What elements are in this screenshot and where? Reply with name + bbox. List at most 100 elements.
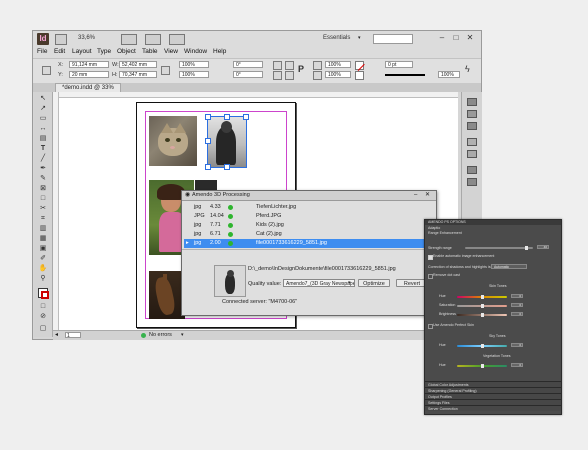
skin-brightness-knob[interactable] — [481, 313, 484, 317]
sky-hue-value[interactable]: 0 — [511, 343, 523, 347]
scale-y-content-field[interactable]: 100% — [325, 71, 351, 78]
file-row-selected[interactable]: ▸ jpg 2.00 file0001733616229_5851.jpg — [184, 239, 432, 248]
note-tool-icon[interactable]: ▣ — [38, 244, 48, 253]
rectangle-frame-tool-icon[interactable]: ⊠ — [38, 184, 48, 193]
page-tool-icon[interactable]: ▭ — [38, 114, 48, 123]
quick-apply-icon[interactable]: ϟ — [465, 64, 470, 74]
close-button[interactable]: ✕ — [465, 33, 475, 43]
preflight-status[interactable]: No errors — [149, 332, 172, 338]
free-transform-tool-icon[interactable]: ⌗ — [38, 214, 48, 223]
menu-type[interactable]: Type — [97, 48, 111, 55]
selection-handle[interactable] — [224, 164, 230, 170]
menu-view[interactable]: View — [164, 48, 178, 55]
flip-h-icon[interactable] — [273, 71, 282, 80]
optimize-button[interactable]: Optimize — [358, 279, 390, 287]
file-row[interactable]: jpg 7.71 Kids (2).jpg — [184, 221, 432, 230]
sky-hue-knob[interactable] — [481, 344, 484, 348]
screen-mode-icon[interactable] — [145, 34, 161, 45]
content-collector-icon[interactable]: ▤ — [38, 134, 48, 143]
pencil-tool-icon[interactable]: ✎ — [38, 174, 48, 183]
strength-slider[interactable] — [465, 247, 533, 249]
cat-photo[interactable] — [149, 116, 197, 166]
opacity-field[interactable]: 100% — [438, 71, 460, 78]
pages-panel-icon[interactable] — [467, 98, 477, 106]
menu-layout[interactable]: Layout — [72, 48, 92, 55]
path-type-icon[interactable]: P — [298, 64, 304, 74]
skin-hue-value[interactable]: 0 — [511, 294, 523, 298]
selection-handle[interactable] — [205, 138, 211, 144]
rotate-ccw-icon[interactable] — [285, 61, 294, 70]
text-wrap-panel-icon[interactable] — [467, 166, 477, 174]
scissors-tool-icon[interactable]: ✂ — [38, 204, 48, 213]
selection-handle[interactable] — [205, 164, 211, 170]
menu-window[interactable]: Window — [184, 48, 207, 55]
quality-select[interactable]: Amendo7_(3D Gray Newspaper Print) — [283, 279, 355, 287]
menu-object[interactable]: Object — [117, 48, 136, 55]
effects-panel-icon[interactable] — [467, 178, 477, 186]
rectangle-tool-icon[interactable]: □ — [38, 194, 48, 203]
w-field[interactable]: 52,402 mm — [119, 61, 157, 68]
view-options-icon[interactable] — [121, 34, 137, 45]
formatting-container-icon[interactable]: □ — [38, 302, 48, 311]
vertical-ruler[interactable] — [53, 92, 59, 330]
scale-y-field[interactable]: 100% — [179, 71, 209, 78]
scale-x-field[interactable]: 100% — [179, 61, 209, 68]
select-content-icon[interactable] — [313, 71, 322, 80]
constrain-proportions-icon[interactable] — [161, 66, 170, 75]
menu-table[interactable]: Table — [142, 48, 158, 55]
y-field[interactable]: 20 mm — [69, 71, 109, 78]
veg-hue-knob[interactable] — [481, 364, 484, 368]
skin-saturation-value[interactable]: 0 — [511, 303, 523, 307]
strength-value[interactable]: 40 — [537, 245, 549, 249]
select-container-icon[interactable] — [313, 61, 322, 70]
direct-selection-tool-icon[interactable]: ↗ — [38, 104, 48, 113]
strength-knob[interactable] — [525, 246, 528, 250]
skin-brightness-value[interactable]: 0 — [511, 312, 523, 316]
zoom-level[interactable]: 33,6% — [78, 35, 95, 41]
stroke-style-preview[interactable] — [385, 74, 425, 76]
first-page-icon[interactable]: ◂ — [55, 332, 60, 338]
preflight-menu-icon[interactable]: ▾ — [181, 332, 184, 338]
line-tool-icon[interactable]: ╱ — [38, 154, 48, 163]
page-number-field[interactable]: 1 — [65, 332, 81, 339]
selection-tool-icon[interactable]: ↖ — [38, 94, 48, 103]
maximize-button[interactable]: □ — [451, 33, 461, 43]
shear-field[interactable]: 0° — [233, 71, 263, 78]
file-row[interactable]: jpg 4.33 TiefenLichter.jpg — [184, 203, 432, 212]
x-field[interactable]: 91,124 mm — [69, 61, 109, 68]
veg-hue-value[interactable]: 0 — [511, 363, 523, 367]
section-server-connection[interactable]: Server Connection — [425, 405, 561, 411]
selection-handle[interactable] — [224, 114, 230, 120]
links-panel-icon[interactable] — [467, 122, 477, 130]
swatches-panel-icon[interactable] — [467, 150, 477, 158]
minimize-button[interactable]: – — [437, 33, 447, 43]
menu-file[interactable]: File — [37, 48, 47, 55]
stroke-panel-icon[interactable] — [467, 138, 477, 146]
type-tool-icon[interactable]: T — [38, 144, 48, 153]
bw-photo-selected[interactable] — [207, 116, 247, 168]
stroke-weight-field[interactable]: 0 pt — [385, 61, 413, 68]
bridge-icon[interactable] — [55, 34, 67, 45]
stroke-color-icon[interactable] — [41, 291, 49, 299]
horizontal-ruler[interactable] — [53, 92, 458, 98]
horse-photo[interactable] — [149, 271, 185, 319]
h-field[interactable]: 70,347 mm — [119, 71, 157, 78]
menu-edit[interactable]: Edit — [54, 48, 65, 55]
file-row[interactable]: jpg 6.71 Cat (2).jpg — [184, 230, 432, 239]
workspace-chevron-icon[interactable]: ▾ — [358, 35, 361, 41]
skin-saturation-knob[interactable] — [481, 304, 484, 308]
quality-chevron-icon[interactable]: ▾ — [348, 280, 351, 286]
correction-select[interactable]: Automatic — [491, 264, 527, 269]
rotate-cw-icon[interactable] — [273, 61, 282, 70]
screen-mode-tool-icon[interactable]: ▢ — [38, 324, 48, 333]
selection-handle[interactable] — [205, 114, 211, 120]
arrange-documents-icon[interactable] — [169, 34, 185, 45]
hand-tool-icon[interactable]: ✋ — [38, 264, 48, 273]
eyedropper-tool-icon[interactable]: ✐ — [38, 254, 48, 263]
menu-help[interactable]: Help — [213, 48, 226, 55]
workspace-switcher[interactable]: Essentials — [323, 35, 350, 41]
dialog-minimize-button[interactable]: – — [414, 191, 417, 200]
gradient-feather-tool-icon[interactable]: ▦ — [38, 234, 48, 243]
zoom-tool-icon[interactable]: ⚲ — [38, 274, 48, 283]
skin-hue-knob[interactable] — [481, 295, 484, 299]
